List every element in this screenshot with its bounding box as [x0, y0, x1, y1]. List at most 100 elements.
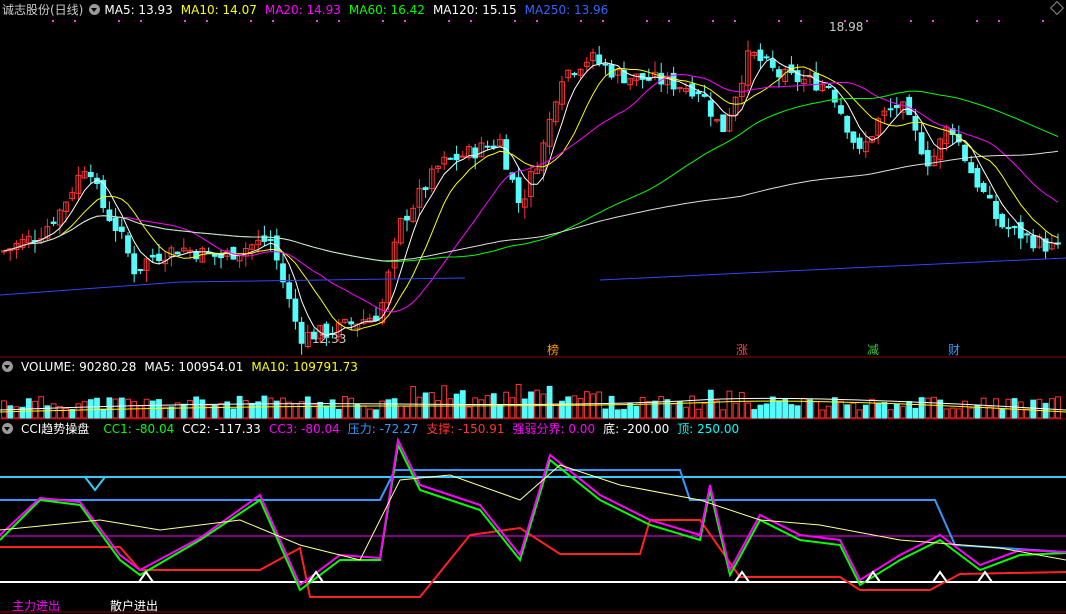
- volume-bar: [931, 396, 937, 419]
- candle-body: [503, 139, 510, 170]
- legend-retail: 散户进出: [110, 599, 159, 613]
- candle-body: [286, 282, 293, 300]
- signal-dot: [52, 20, 54, 22]
- ma60-label: MA60: 16.42: [348, 3, 425, 17]
- volume-bar: [695, 408, 702, 419]
- candle-body: [993, 201, 999, 219]
- candle-body: [515, 177, 522, 204]
- marker-bang[interactable]: 榜: [547, 341, 559, 358]
- marker-zhang[interactable]: 涨: [736, 341, 748, 358]
- volume-bar: [807, 399, 813, 419]
- signal-dot: [536, 20, 538, 22]
- candle-body: [131, 253, 138, 275]
- volume-bar: [416, 396, 423, 419]
- volume-bar: [366, 408, 373, 419]
- signal-dot: [250, 20, 252, 22]
- volume-bar: [738, 391, 745, 419]
- volume-ma5: MA5: 100954.01: [144, 360, 244, 374]
- signal-dot: [998, 20, 1000, 22]
- marker-jian[interactable]: 减: [867, 341, 879, 358]
- volume-bar: [658, 396, 665, 419]
- candle-body: [1024, 233, 1030, 236]
- volume-bar: [466, 406, 472, 419]
- signal-dot: [602, 20, 604, 22]
- volume-bar: [137, 405, 144, 419]
- volume-bar: [999, 408, 1006, 419]
- volume-bar: [757, 404, 764, 419]
- candle-body: [695, 91, 702, 95]
- volume-bar: [763, 403, 770, 419]
- candle-body: [106, 209, 113, 221]
- signal-dot: [910, 20, 912, 22]
- signal-dot: [382, 20, 384, 22]
- volume-bar: [1055, 396, 1061, 419]
- marker-cai[interactable]: 财: [948, 341, 960, 358]
- candle-body: [838, 105, 844, 114]
- volume-bar: [187, 399, 193, 419]
- cci-support: 支撑: -150.91: [426, 422, 505, 436]
- volume-bar: [881, 402, 888, 419]
- signal-dot: [470, 20, 472, 22]
- stock-name[interactable]: 诚志股份(日线): [2, 3, 83, 17]
- signal-dot: [184, 20, 186, 22]
- candle-body: [763, 56, 770, 59]
- dropdown-icon[interactable]: [89, 4, 101, 15]
- candle-body: [193, 251, 200, 260]
- volume-header: VOLUME: 90280.28 MA5: 100954.01 MA10: 1097…: [2, 358, 366, 376]
- candle-body: [422, 187, 429, 191]
- candle-body: [87, 171, 94, 178]
- candle-body: [776, 69, 782, 78]
- volume-bar: [484, 395, 491, 419]
- volume-bar: [521, 398, 528, 419]
- high-price-label: 18.98: [829, 20, 864, 34]
- stock-chart[interactable]: [0, 0, 1066, 613]
- volume-bar: [769, 396, 776, 419]
- volume-bar: [1048, 398, 1055, 419]
- ma10-label: MA10: 14.07: [180, 3, 257, 17]
- volume-bar: [373, 409, 379, 419]
- volume-bar: [286, 401, 293, 419]
- cci-cc1: CC1: -80.04: [103, 422, 175, 436]
- volume-bar: [819, 409, 826, 419]
- candle-body: [906, 96, 913, 115]
- volume-bar: [435, 400, 441, 419]
- volume-bar: [348, 397, 355, 419]
- low-price-label: 12.33: [312, 332, 347, 346]
- signal-dot: [206, 20, 208, 22]
- dropdown-icon[interactable]: [2, 361, 13, 372]
- volume-bar: [788, 404, 795, 419]
- candle-body: [887, 108, 894, 111]
- volume-bar: [218, 403, 224, 419]
- main-header: 诚志股份(日线) MA5: 13.93 MA10: 14.07 MA20: 14.93…: [2, 1, 616, 19]
- volume-bar: [955, 408, 962, 419]
- dropdown-icon[interactable]: [2, 423, 13, 434]
- signal-dot: [734, 20, 736, 22]
- signal-dot: [778, 20, 780, 22]
- volume-bar: [205, 404, 212, 419]
- volume-bar: [335, 408, 342, 419]
- cci-pressure: 压力: -72.27: [347, 422, 419, 436]
- volume-bar: [683, 406, 689, 419]
- candle-body: [850, 131, 857, 143]
- cci-divider: 强弱分界: 0.00: [512, 422, 596, 436]
- candle-body: [50, 221, 57, 224]
- volume-bar: [565, 396, 572, 419]
- ma20-label: MA20: 14.93: [264, 3, 341, 17]
- candle-body: [453, 153, 460, 161]
- volume-bar: [614, 409, 621, 419]
- candle-body: [701, 94, 708, 97]
- signal-dot: [404, 20, 406, 22]
- volume-bar: [608, 395, 615, 419]
- volume-bar: [13, 406, 20, 419]
- volume-bar: [497, 404, 503, 419]
- signal-dot: [1042, 20, 1044, 22]
- volume-bar: [838, 400, 844, 419]
- volume-bar: [397, 405, 404, 419]
- candle-body: [472, 147, 479, 159]
- signal-dot: [338, 20, 340, 22]
- signal-dot: [800, 20, 802, 22]
- volume-bar: [782, 399, 789, 419]
- volume-bar: [831, 397, 838, 419]
- candle-body: [1011, 226, 1018, 229]
- volume-bar: [391, 398, 398, 419]
